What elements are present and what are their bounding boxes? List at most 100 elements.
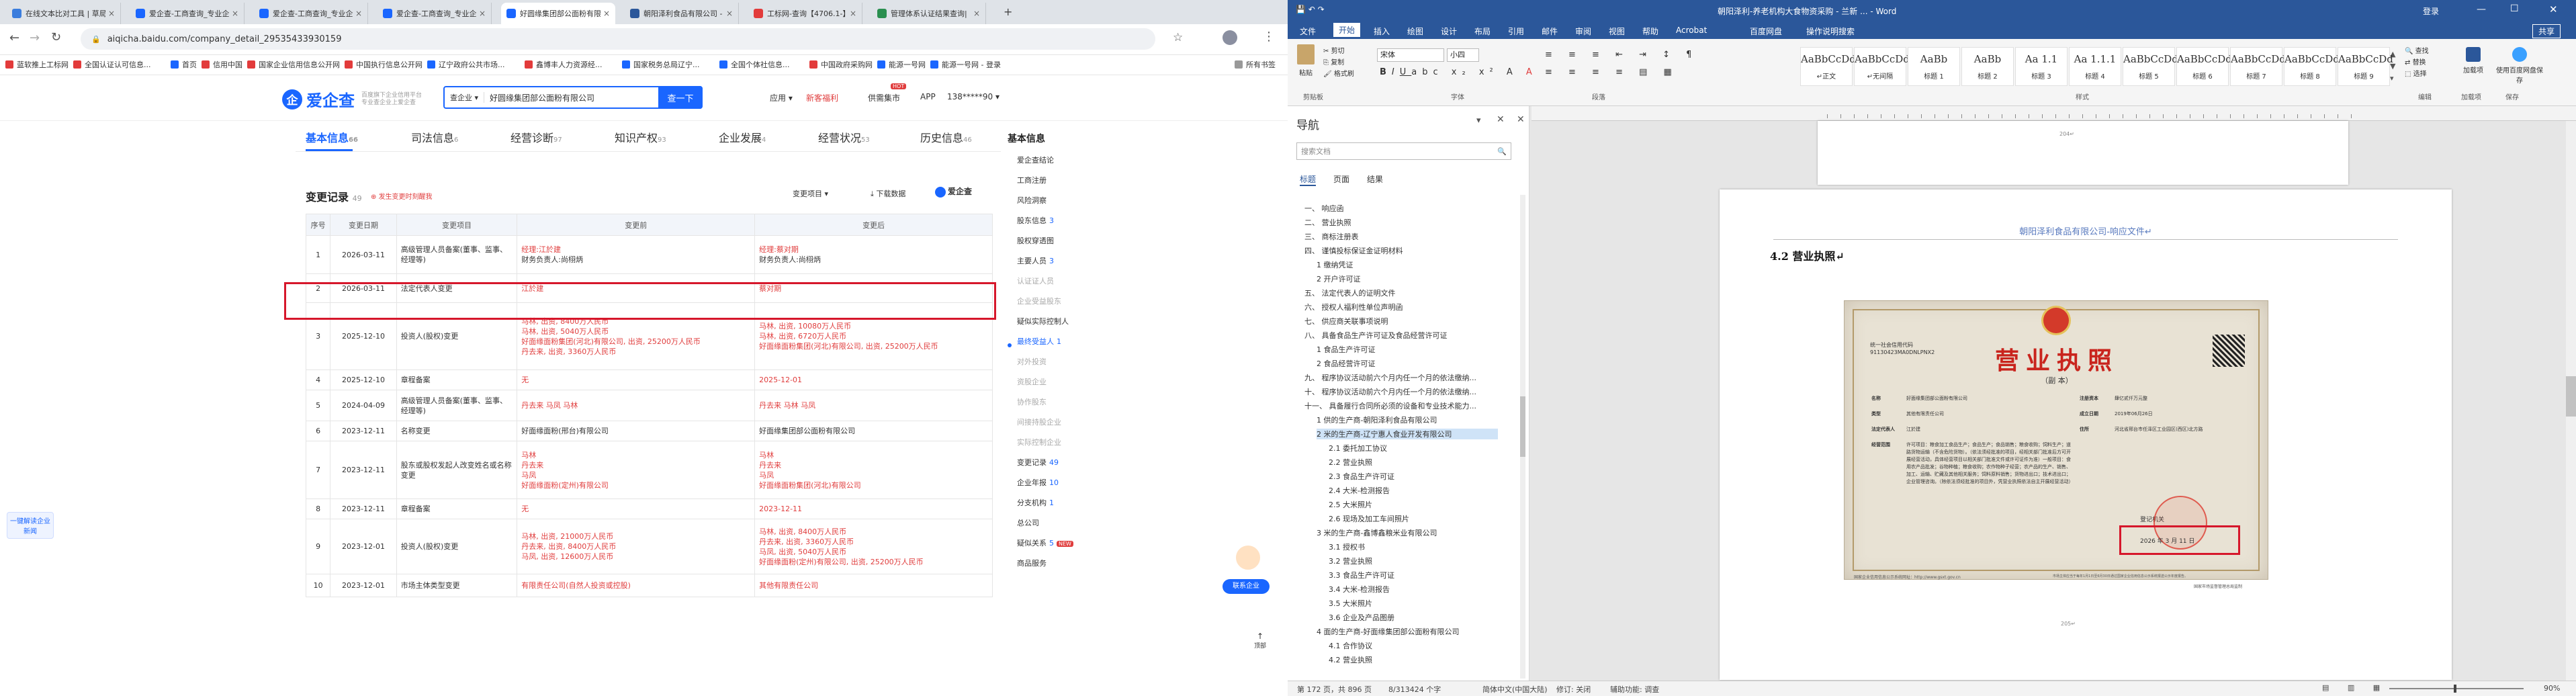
nav-heading-item[interactable]: 2.6 现场及加工车间照片 <box>1329 513 1510 524</box>
signin-link[interactable]: 登录 <box>2423 5 2439 17</box>
ribbon-tab[interactable]: 百度网盘 <box>1750 26 1782 37</box>
nav-heading-item[interactable]: 2.4 大米-检测报告 <box>1329 485 1510 496</box>
ribbon-tab[interactable]: 插入 <box>1374 26 1390 37</box>
tab-close-icon[interactable]: × <box>850 9 856 18</box>
bookmark-item[interactable]: 国家企业信用信息公开网 <box>247 59 340 70</box>
nav-heading-item[interactable]: 1 供的生产商-朝阳泽利食品有限公司 <box>1317 415 1498 425</box>
style-gallery-item[interactable]: Aa 1.1 标题 3 <box>2015 47 2068 86</box>
browser-tab[interactable]: 爱企查-工商查询_专业企 × <box>130 3 245 24</box>
nav-heading-item[interactable]: 4.1 合作协议 <box>1329 640 1510 651</box>
left-float-widget[interactable]: 一键解读企业新闻 <box>7 512 54 539</box>
nav-tab-3[interactable]: 知识产权93 <box>615 129 666 145</box>
market-link[interactable]: 供需集市 <box>868 92 900 103</box>
right-menu-item[interactable]: 企业年报 10 <box>1017 477 1059 488</box>
style-gallery-item[interactable]: AaBb 标题 2 <box>1961 47 2014 86</box>
address-bar[interactable]: 🔒 aiqicha.baidu.com/company_detail_29535… <box>81 28 1155 50</box>
nav-heading-item[interactable]: 4.2 营业执照 <box>1329 654 1510 665</box>
nav-pane-scrollbar[interactable] <box>1520 195 1525 679</box>
nav-heading-item[interactable]: 3.4 大米-检测报告 <box>1329 584 1510 595</box>
bookmark-item[interactable]: 所有书签 <box>1235 59 1276 70</box>
format-painter-button[interactable]: 🖌 格式刷 <box>1323 69 1354 80</box>
change-alert-toggle[interactable]: ⊕ 发生变更时刻醒我 <box>371 191 433 201</box>
browser-tab[interactable]: 爱企查-工商查询_专业企 × <box>377 3 492 24</box>
nav-heading-item[interactable]: 3.3 食品生产许可证 <box>1329 570 1510 580</box>
bookmark-item[interactable]: 能源一号网 <box>877 59 926 70</box>
right-menu-item[interactable]: 协作股东 <box>1017 396 1047 407</box>
nav-heading-item[interactable]: 2 米的生产商-辽宁惠人食业开发有限公司 <box>1317 429 1498 439</box>
browser-tab[interactable]: 工标网-查询【4706.1-】 × <box>748 3 862 24</box>
nav-heading-item[interactable]: 1 缴纳凭证 <box>1317 259 1498 270</box>
right-menu-item[interactable]: 疑似实际控制人 <box>1017 316 1069 327</box>
tab-close-icon[interactable]: × <box>108 9 115 18</box>
bookmark-item[interactable]: 首页 <box>171 59 197 70</box>
bookmark-item[interactable]: 蓝软推上工标网 <box>5 59 69 70</box>
search-input[interactable]: 好圆缘集团部公面粉有限公司 <box>484 92 594 103</box>
nav-heading-item[interactable]: 十一、 具备履行合同所必须的设备和专业技术能力... <box>1304 400 1486 411</box>
nav-heading-item[interactable]: 六、 授权人福利性单位声明函 <box>1304 302 1486 312</box>
zoom-slider[interactable] <box>2389 685 2524 693</box>
right-menu-item[interactable]: 企业受益股东 <box>1017 296 1061 306</box>
site-logo[interactable]: 企 爱企查 百度旗下企业信用平台 专业查企业上爱企查 <box>282 87 422 111</box>
paragraph-align-buttons[interactable]: ≡ ≡ ≡ ≡ ▤ ▦ <box>1545 67 1679 77</box>
tab-close-icon[interactable]: × <box>355 9 362 18</box>
star-icon[interactable]: ☆ <box>1173 31 1183 44</box>
new-tab-icon[interactable]: + <box>1004 5 1012 18</box>
bookmark-item[interactable]: 全国认证认可信息... <box>73 59 151 70</box>
nav-heading-item[interactable]: 2.2 营业执照 <box>1329 457 1510 468</box>
style-gallery-item[interactable]: AaBbCcDd 标题 7 <box>2230 47 2286 86</box>
bookmark-item[interactable]: 信用中国 <box>202 59 242 70</box>
ribbon-tab[interactable]: 引用 <box>1508 26 1524 37</box>
nav-search-input[interactable]: 搜索文档 🔍 <box>1296 142 1511 160</box>
right-menu-item[interactable]: 股权穿透图 <box>1017 235 1054 246</box>
cut-button[interactable]: ✂ 剪切 <box>1323 46 1354 57</box>
paste-button[interactable]: 粘贴 <box>1294 44 1318 85</box>
font-format-buttons[interactable]: BIUabc x₂ x² A A <box>1380 67 1538 77</box>
font-size-select[interactable]: 小四 <box>1447 48 1479 62</box>
right-menu-item[interactable]: 间接持股企业 <box>1017 417 1061 427</box>
apps-link[interactable]: 应用 ▾ <box>770 92 793 103</box>
account-menu[interactable]: 138*****90 ▾ <box>947 92 1000 101</box>
copy-button[interactable]: ⎘ 复制 <box>1323 57 1354 69</box>
right-menu-item[interactable]: 总公司 <box>1017 517 1039 528</box>
font-name-select[interactable]: 宋体 <box>1377 48 1444 62</box>
nav-heading-item[interactable]: 一、 响应函 <box>1304 203 1486 214</box>
style-gallery-item[interactable]: AaBbCcDd 标题 5 <box>2123 47 2178 86</box>
ribbon-tab[interactable]: 操作说明搜索 <box>1806 26 1855 37</box>
contact-avatar[interactable] <box>1235 544 1261 571</box>
nav-heading-item[interactable]: 3.5 大米照片 <box>1329 598 1510 609</box>
right-menu-item[interactable]: 股东信息 3 <box>1017 215 1054 226</box>
zoom-level[interactable]: 90% <box>2544 684 2560 693</box>
right-menu-item[interactable]: 对外投资 <box>1017 356 1047 367</box>
bookmark-item[interactable]: 中国执行信息公开网 <box>345 59 423 70</box>
style-gallery-item[interactable]: AaBbCcDd ↵正文 <box>1800 47 1856 86</box>
right-menu-item[interactable]: 爱企查结论 <box>1017 155 1054 165</box>
status-page[interactable]: 第 172 页，共 896 页 <box>1297 684 1372 695</box>
profile-icon[interactable] <box>1223 30 1237 45</box>
replace-button[interactable]: ⇄ 替换 <box>2405 57 2429 69</box>
minimize-icon[interactable]: — <box>2477 4 2486 15</box>
nav-pane-tab[interactable]: 结果 <box>1367 173 1383 185</box>
style-gallery-item[interactable]: AaBbCcDd 标题 6 <box>2176 47 2232 86</box>
contact-button[interactable]: 联系企业 <box>1223 579 1270 594</box>
ribbon-tab[interactable]: 绘图 <box>1407 26 1423 37</box>
view-buttons[interactable]: ▤ ▥ ▦ <box>2322 683 2388 692</box>
nav-tab-1[interactable]: 司法信息6 <box>411 129 458 145</box>
search-scope-select[interactable]: 查企业 ▾ <box>445 92 485 103</box>
paragraph-buttons[interactable]: ≡ ≡ ≡ ⇤ ⇥ ↕ ¶ <box>1545 50 1698 60</box>
right-menu-item[interactable]: 资股企业 <box>1017 376 1047 387</box>
browser-tab[interactable]: 在线文本比对工具 | 草局 × <box>7 3 121 24</box>
nav-heading-item[interactable]: 九、 程序协议活动前六个月内任一个月的依法缴纳... <box>1304 372 1486 383</box>
close-icon[interactable]: ✕ <box>2549 3 2558 15</box>
status-accessibility[interactable]: 辅助功能: 调查 <box>1610 684 1659 695</box>
ribbon-tab[interactable]: Acrobat <box>1676 26 1707 35</box>
nav-pane-tab[interactable]: 标题 <box>1300 173 1317 186</box>
tab-close-icon[interactable]: × <box>232 9 238 18</box>
nav-tab-6[interactable]: 历史信息46 <box>920 129 972 145</box>
bookmark-item[interactable]: 中国政府采购网 <box>809 59 873 70</box>
right-menu-item[interactable]: 最终受益人 1 <box>1017 336 1061 347</box>
browser-tab[interactable]: 好圆缘集团部公面粉有限 × <box>501 3 615 24</box>
right-menu-item[interactable]: 商品服务 <box>1017 558 1047 568</box>
browser-tab[interactable]: 朝阳泽利食品有限公司 - × <box>625 3 739 24</box>
browser-tab[interactable]: 爱企查-工商查询_专业企 × <box>254 3 368 24</box>
style-gallery-item[interactable]: AaBbCcDd ↵无间隔 <box>1854 47 1910 86</box>
